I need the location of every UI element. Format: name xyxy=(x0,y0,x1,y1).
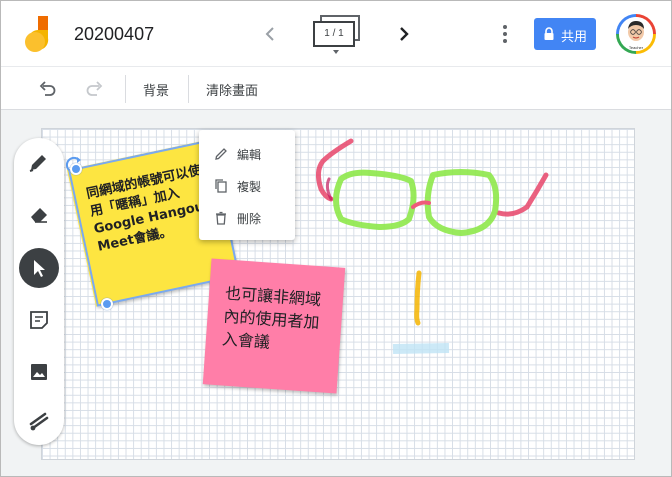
more-options-icon[interactable] xyxy=(493,21,517,47)
undo-icon[interactable] xyxy=(35,77,59,101)
share-button[interactable]: 共用 xyxy=(534,18,596,50)
jamboard-window: 20200407 1 / 1 共用 Teacher 背景 清除畫面 同網域的帳號… xyxy=(0,0,672,477)
menu-item-label: 複製 xyxy=(237,180,262,194)
sticky-note-icon xyxy=(30,311,48,329)
edit-toolbar: 背景 清除畫面 xyxy=(1,66,671,110)
eraser-tool[interactable] xyxy=(19,194,59,234)
frame-counter: 1 / 1 xyxy=(313,21,355,47)
pointer-icon xyxy=(34,260,45,277)
sticky-note-tool[interactable] xyxy=(19,300,59,340)
share-label: 共用 xyxy=(561,29,588,44)
menu-item-label: 編輯 xyxy=(237,148,262,162)
laser-tool[interactable] xyxy=(19,402,59,442)
clear-frame-button[interactable]: 清除畫面 xyxy=(206,80,258,99)
trash-icon xyxy=(216,211,226,225)
jamboard-logo xyxy=(25,16,49,52)
sticky-note-pink[interactable]: 也可讓非網域內的使用者加入會議 xyxy=(202,258,346,394)
resize-handle-bottom-left[interactable] xyxy=(101,298,113,310)
redo-icon[interactable] xyxy=(83,77,107,101)
image-icon xyxy=(31,364,47,380)
pen-tool[interactable] xyxy=(19,142,59,182)
note-context-menu: 編輯 複製 刪除 xyxy=(199,130,295,240)
resize-handle-top-left[interactable] xyxy=(70,163,82,175)
menu-item-duplicate[interactable]: 複製 xyxy=(199,170,295,202)
next-frame-icon[interactable] xyxy=(391,21,417,47)
eraser-icon xyxy=(31,208,47,223)
lock-icon xyxy=(544,27,554,40)
toolbar-divider xyxy=(125,75,126,103)
toolbar-divider xyxy=(188,75,189,103)
menu-item-label: 刪除 xyxy=(237,212,262,226)
avatar-photo: Teacher xyxy=(619,17,653,51)
chevron-down-icon xyxy=(333,50,339,54)
pencil-icon xyxy=(215,148,227,160)
previous-frame-icon[interactable] xyxy=(257,21,283,47)
menu-item-delete[interactable]: 刪除 xyxy=(199,202,295,234)
sticky-note-text: 也可讓非網域內的使用者加入會議 xyxy=(221,283,322,352)
menu-item-edit[interactable]: 編輯 xyxy=(199,138,295,170)
document-title[interactable]: 20200407 xyxy=(74,24,154,45)
select-tool[interactable] xyxy=(19,248,59,288)
frame-bar-button[interactable]: 1 / 1 xyxy=(313,15,363,55)
avatar-caption: Teacher xyxy=(629,45,644,50)
image-tool[interactable] xyxy=(19,352,59,392)
avatar[interactable]: Teacher xyxy=(616,14,656,54)
set-background-button[interactable]: 背景 xyxy=(143,80,169,99)
pen-icon xyxy=(29,155,46,172)
laser-icon xyxy=(29,412,49,431)
copy-icon xyxy=(215,179,227,193)
tool-rail xyxy=(14,138,64,445)
app-bar: 20200407 1 / 1 共用 Teacher xyxy=(1,1,671,66)
teacher-portrait-icon: Teacher xyxy=(619,17,653,51)
